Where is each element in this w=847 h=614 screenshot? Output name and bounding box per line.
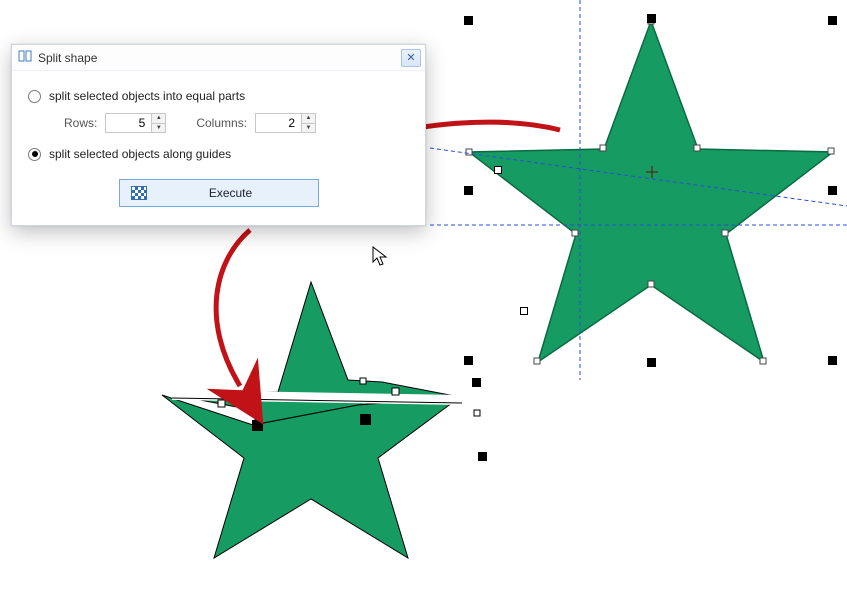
option-along-guides[interactable]: split selected objects along guides: [28, 147, 409, 161]
rows-label: Rows:: [64, 116, 97, 130]
cols-spinner[interactable]: ▲▼: [301, 113, 316, 133]
cols-input[interactable]: ▲▼: [255, 113, 316, 133]
split-shape-icon: [18, 49, 32, 66]
cols-label: Columns:: [196, 116, 247, 130]
flag-icon: [132, 187, 146, 199]
execute-button[interactable]: Execute: [119, 179, 319, 207]
rows-input[interactable]: ▲▼: [105, 113, 166, 133]
close-button[interactable]: ✕: [401, 49, 421, 67]
cols-field[interactable]: [255, 113, 301, 133]
split-shape-dialog: Split shape ✕ split selected objects int…: [11, 44, 426, 226]
dialog-title: Split shape: [38, 51, 395, 65]
rows-spinner[interactable]: ▲▼: [151, 113, 166, 133]
execute-label: Execute: [156, 186, 306, 200]
rows-field[interactable]: [105, 113, 151, 133]
guide-handle[interactable]: [494, 166, 502, 174]
option-equal-parts[interactable]: split selected objects into equal parts: [28, 89, 409, 103]
radio-icon: [28, 148, 41, 161]
titlebar[interactable]: Split shape ✕: [12, 45, 425, 71]
radio-icon: [28, 90, 41, 103]
option-label: split selected objects into equal parts: [49, 89, 245, 103]
option-label: split selected objects along guides: [49, 147, 231, 161]
guide-handle[interactable]: [520, 307, 528, 315]
